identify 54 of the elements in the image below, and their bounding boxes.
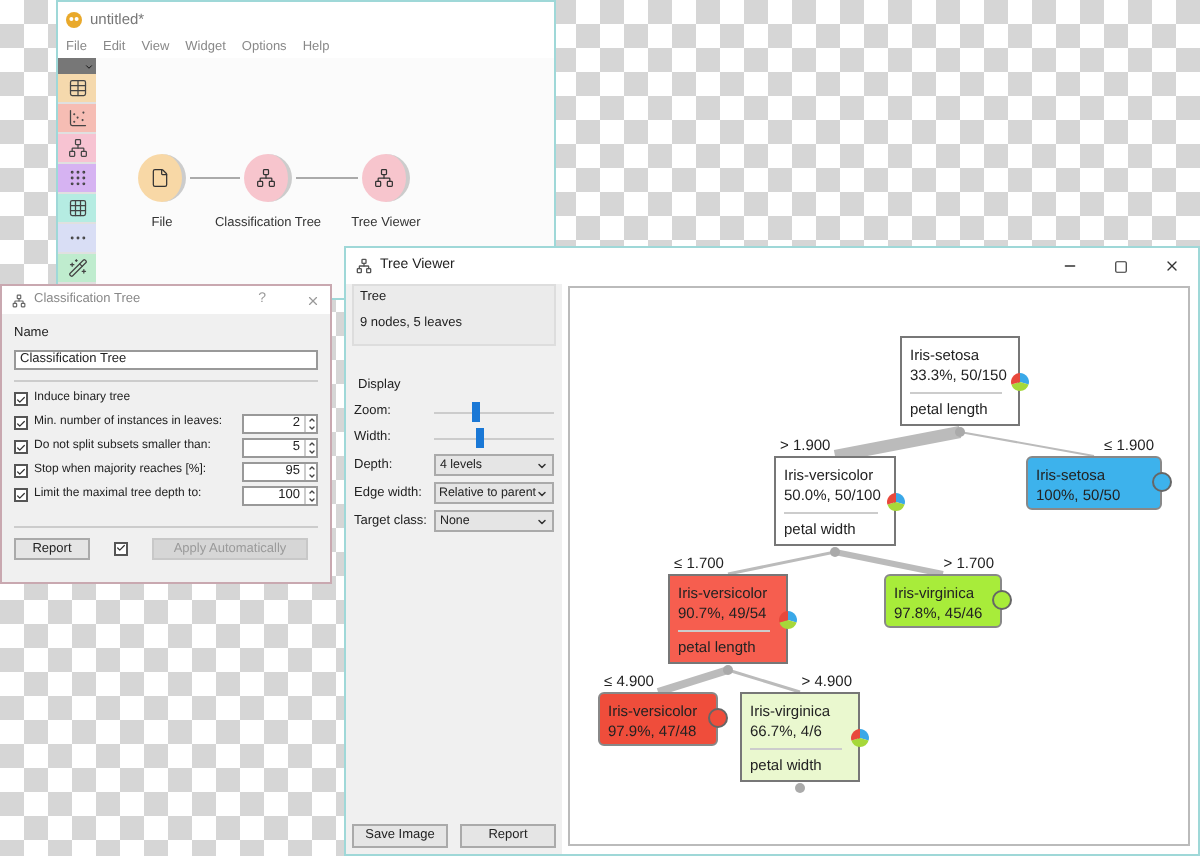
pie-chart-icon bbox=[886, 492, 906, 512]
checkbox[interactable] bbox=[14, 464, 28, 479]
grid-icon bbox=[67, 198, 87, 218]
app-logo-icon bbox=[66, 12, 82, 28]
branch-dot bbox=[955, 427, 965, 437]
widget-node[interactable] bbox=[244, 154, 292, 202]
toolbox-tile[interactable] bbox=[58, 224, 96, 254]
tree-icon bbox=[356, 258, 372, 274]
maximize-icon[interactable] bbox=[1114, 259, 1128, 273]
file-icon bbox=[150, 168, 170, 188]
checkbox[interactable] bbox=[14, 440, 28, 455]
widget-node[interactable] bbox=[362, 154, 410, 202]
pie-chart-icon bbox=[850, 728, 870, 748]
pie-chart-icon bbox=[1010, 372, 1030, 392]
tree-edge bbox=[656, 666, 730, 696]
widget-node[interactable] bbox=[138, 154, 186, 202]
toolbox-tile[interactable] bbox=[58, 194, 96, 224]
checkbox[interactable] bbox=[14, 488, 28, 503]
checkbox[interactable] bbox=[114, 541, 128, 556]
branch-dot bbox=[830, 547, 840, 557]
tree-icon bbox=[67, 138, 87, 158]
slider-thumb[interactable] bbox=[472, 402, 480, 423]
toolbox-tile[interactable] bbox=[58, 134, 96, 164]
tree-edge bbox=[833, 426, 962, 462]
tree-edge bbox=[834, 549, 944, 577]
tree-icon bbox=[12, 293, 26, 307]
caret-icon bbox=[84, 61, 94, 71]
pie-chart-icon bbox=[778, 610, 798, 630]
close-icon[interactable] bbox=[1164, 258, 1180, 274]
tree-icon bbox=[374, 168, 394, 188]
slider-thumb[interactable] bbox=[475, 428, 484, 449]
toolbox-tile[interactable] bbox=[58, 164, 96, 194]
dots-icon bbox=[67, 168, 87, 188]
caret-icon bbox=[536, 487, 548, 500]
tree-icon bbox=[256, 168, 276, 188]
connector-line bbox=[189, 177, 241, 179]
tree-edge bbox=[727, 550, 836, 576]
toolbox-tile[interactable] bbox=[58, 74, 96, 104]
tree-edge bbox=[727, 668, 801, 694]
caret-icon bbox=[536, 515, 548, 528]
branch-dot bbox=[723, 665, 733, 675]
toolbox-tile[interactable] bbox=[58, 254, 96, 284]
checkbox[interactable] bbox=[14, 416, 28, 431]
slider[interactable] bbox=[434, 428, 554, 449]
table-icon bbox=[67, 78, 87, 98]
slider[interactable] bbox=[434, 402, 554, 423]
branch-dot bbox=[795, 783, 805, 793]
caret-icon bbox=[536, 459, 548, 472]
checkbox[interactable] bbox=[14, 392, 28, 407]
toolbox-tile[interactable] bbox=[58, 104, 96, 134]
connector-line bbox=[295, 177, 359, 179]
tree-edge bbox=[959, 431, 1095, 457]
wand-icon bbox=[67, 258, 87, 278]
scatter-plot-icon bbox=[67, 108, 87, 128]
